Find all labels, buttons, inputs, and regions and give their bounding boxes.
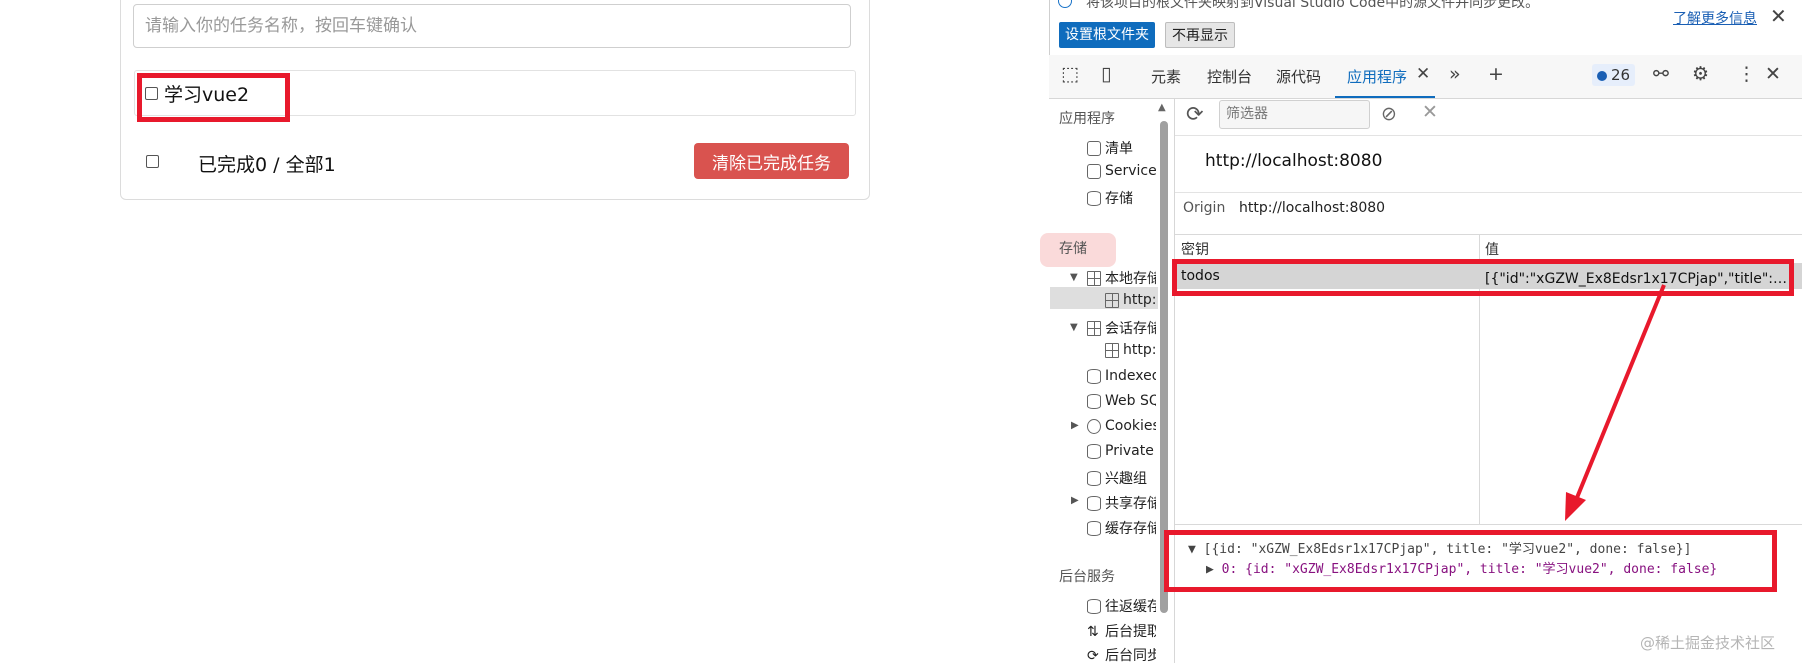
tab-elements[interactable]: 元素 — [1151, 66, 1181, 87]
database-icon — [1087, 368, 1101, 384]
cookie-icon — [1087, 418, 1101, 434]
origin-value: http://localhost:8080 — [1239, 200, 1386, 216]
expand-triangle-icon: ▼ — [1188, 542, 1204, 557]
preview-line-item-0[interactable]: ▶ 0: {id: "xGZW_Ex8Edsr1x17CPjap", title… — [1206, 558, 1717, 577]
sidebar-item-service-workers[interactable]: Service Workers — [1087, 163, 1156, 179]
todo-checkbox[interactable] — [145, 87, 158, 100]
file-icon — [1087, 140, 1101, 156]
close-tab-icon[interactable]: ✕ — [1416, 64, 1430, 84]
up-down-arrows-icon: ⇅ — [1087, 623, 1099, 640]
clear-done-button[interactable]: 清除已完成任务 — [694, 143, 849, 179]
message-icon — [1597, 71, 1607, 81]
sidebar-header-application: 应用程序 — [1059, 111, 1115, 127]
sidebar-item-bfcache[interactable]: 往返缓存 — [1087, 596, 1156, 616]
sidebar-item-manifest[interactable]: 清单 — [1087, 138, 1156, 158]
issues-count: 26 — [1611, 66, 1631, 84]
filter-input[interactable]: 筛选器 — [1219, 100, 1370, 129]
sidebar-item-websql[interactable]: Web SQL — [1087, 393, 1156, 409]
database-icon — [1087, 393, 1101, 409]
gear-icon[interactable]: ⚙ — [1692, 63, 1709, 85]
sidebar-item-cache-storage[interactable]: 缓存存储 — [1087, 518, 1156, 538]
todo-count-text: 已完成0 / 全部1 — [198, 154, 336, 176]
database-icon — [1087, 495, 1101, 511]
sidebar-item-private-state-tokens[interactable]: Private state tokens — [1087, 443, 1156, 459]
table-icon — [1087, 270, 1101, 286]
refresh-icon[interactable]: ⟳ — [1186, 102, 1204, 126]
sidebar-item-session-storage-origin[interactable]: http://localhost:8080 — [1105, 342, 1156, 358]
sidebar-item-shared-storage[interactable]: 共享存储 — [1087, 493, 1156, 513]
todo-title: 学习vue2 — [164, 84, 250, 106]
active-tab-indicator — [1335, 96, 1435, 98]
close-icon[interactable]: ✕ — [1770, 4, 1787, 28]
dont-show-again-button[interactable]: 不再显示 — [1165, 22, 1235, 48]
set-root-folder-button[interactable]: 设置根文件夹 — [1059, 22, 1155, 48]
sidebar-item-local-storage-origin[interactable]: http://localhost:8080 — [1105, 292, 1156, 308]
sidebar-header-background-services: 后台服务 — [1059, 569, 1115, 585]
watermark: @稀土掘金技术社区 — [1640, 634, 1776, 652]
database-icon — [1087, 443, 1101, 459]
origin-label: Origin — [1183, 200, 1226, 216]
sidebar-item-storage[interactable]: 存储 — [1087, 188, 1156, 208]
issues-badge[interactable]: 26 — [1592, 64, 1636, 86]
scroll-up-icon[interactable]: ▲ — [1158, 102, 1166, 113]
preview-line-array[interactable]: ▼ [{id: "xGZW_Ex8Edsr1x17CPjap", title: … — [1188, 538, 1691, 557]
add-tab-icon[interactable]: + — [1488, 63, 1504, 85]
table-header-value[interactable]: 值 — [1485, 239, 1499, 259]
sync-icon: ⟳ — [1087, 647, 1099, 664]
select-all-checkbox[interactable] — [146, 155, 159, 168]
device-toolbar-icon[interactable]: ▯ — [1101, 63, 1111, 85]
more-tabs-icon[interactable]: » — [1449, 63, 1461, 85]
table-icon — [1105, 292, 1119, 308]
table-icon — [1105, 342, 1119, 358]
inspect-icon[interactable]: ⬚ — [1061, 63, 1079, 85]
database-icon — [1087, 520, 1101, 536]
sidebar-item-cookies[interactable]: Cookies — [1087, 418, 1156, 434]
database-icon — [1087, 598, 1101, 614]
task-name-input[interactable]: 请输入你的任务名称，按回车键确认 — [133, 4, 851, 48]
expand-triangle-icon[interactable]: ▼ — [1070, 322, 1078, 333]
expand-triangle-icon[interactable]: ▼ — [1070, 272, 1078, 283]
sidebar-item-local-storage[interactable]: 本地存储 — [1087, 268, 1156, 288]
origin-title: http://localhost:8080 — [1205, 151, 1383, 171]
table-icon — [1087, 320, 1101, 336]
expand-triangle-icon[interactable]: ▶ — [1071, 495, 1079, 506]
row-value[interactable]: [{"id":"xGZW_Ex8Edsr1x17CPjap","title":"… — [1485, 268, 1790, 288]
table-header-key[interactable]: 密钥 — [1181, 239, 1209, 259]
gear-icon — [1087, 163, 1101, 179]
collapse-triangle-icon: ▶ — [1206, 562, 1222, 577]
delete-selected-icon[interactable]: ✕ — [1422, 101, 1438, 123]
more-menu-icon[interactable]: ⋮ — [1737, 63, 1756, 85]
close-devtools-icon[interactable]: ✕ — [1765, 63, 1781, 85]
tab-application[interactable]: 应用程序 — [1347, 66, 1407, 87]
sidebar-scrollbar[interactable] — [1160, 121, 1168, 613]
connect-icon[interactable]: ⚯ — [1653, 63, 1669, 85]
notice-text: 将该项目的根文件夹映射到Visual Studio Code中的源文件并同步更改… — [1086, 0, 1540, 11]
row-key[interactable]: todos — [1181, 268, 1220, 284]
sidebar-item-session-storage[interactable]: 会话存储 — [1087, 318, 1156, 338]
sidebar-item-background-fetch[interactable]: ⇅ 后台提取 — [1087, 621, 1156, 641]
list-item: 学习vue2 — [145, 80, 249, 107]
learn-more-link[interactable]: 了解更多信息 — [1673, 8, 1757, 28]
sidebar-header-storage: 存储 — [1059, 241, 1087, 257]
database-icon — [1087, 470, 1101, 486]
sidebar-item-interest-groups[interactable]: 兴趣组 — [1087, 468, 1156, 488]
sidebar-item-indexeddb[interactable]: IndexedDB — [1087, 368, 1156, 384]
clear-all-icon[interactable]: ⊘ — [1381, 103, 1397, 125]
tab-console[interactable]: 控制台 — [1207, 66, 1252, 87]
tab-sources[interactable]: 源代码 — [1276, 66, 1321, 87]
sidebar-item-background-sync[interactable]: ⟳ 后台同步 — [1087, 645, 1156, 665]
expand-triangle-icon[interactable]: ▶ — [1071, 420, 1079, 431]
database-icon — [1087, 190, 1101, 206]
